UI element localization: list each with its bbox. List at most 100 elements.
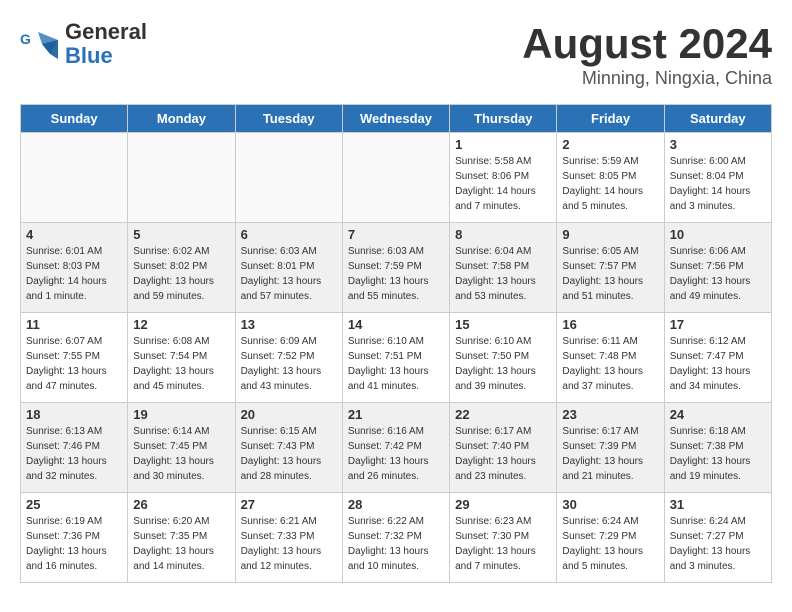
calendar-header-row: SundayMondayTuesdayWednesdayThursdayFrid… (21, 105, 772, 133)
day-header-friday: Friday (557, 105, 664, 133)
day-number: 17 (670, 317, 766, 332)
day-number: 16 (562, 317, 658, 332)
calendar-cell (235, 133, 342, 223)
cell-info: Sunrise: 6:11 AM Sunset: 7:48 PM Dayligh… (562, 334, 658, 394)
day-number: 31 (670, 497, 766, 512)
cell-info: Sunrise: 5:59 AM Sunset: 8:05 PM Dayligh… (562, 154, 658, 214)
day-number: 5 (133, 227, 229, 242)
day-number: 14 (348, 317, 444, 332)
cell-info: Sunrise: 6:14 AM Sunset: 7:45 PM Dayligh… (133, 424, 229, 484)
logo: G General Blue (20, 20, 147, 68)
cell-info: Sunrise: 6:16 AM Sunset: 7:42 PM Dayligh… (348, 424, 444, 484)
cell-info: Sunrise: 6:18 AM Sunset: 7:38 PM Dayligh… (670, 424, 766, 484)
calendar-cell: 9 Sunrise: 6:05 AM Sunset: 7:57 PM Daylig… (557, 223, 664, 313)
day-number: 26 (133, 497, 229, 512)
calendar-cell (21, 133, 128, 223)
day-number: 24 (670, 407, 766, 422)
day-number: 23 (562, 407, 658, 422)
day-number: 7 (348, 227, 444, 242)
cell-info: Sunrise: 5:58 AM Sunset: 8:06 PM Dayligh… (455, 154, 551, 214)
calendar-cell: 1 Sunrise: 5:58 AM Sunset: 8:06 PM Daylig… (450, 133, 557, 223)
day-number: 11 (26, 317, 122, 332)
calendar-cell: 16 Sunrise: 6:11 AM Sunset: 7:48 PM Dayli… (557, 313, 664, 403)
cell-info: Sunrise: 6:08 AM Sunset: 7:54 PM Dayligh… (133, 334, 229, 394)
calendar-week-1: 1 Sunrise: 5:58 AM Sunset: 8:06 PM Daylig… (21, 133, 772, 223)
calendar-cell: 11Sunrise: 6:07 AM Sunset: 7:55 PM Dayli… (21, 313, 128, 403)
day-number: 6 (241, 227, 337, 242)
calendar-week-4: 18 Sunrise: 6:13 AM Sunset: 7:46 PM Dayli… (21, 403, 772, 493)
calendar-cell: 7Sunrise: 6:03 AM Sunset: 7:59 PM Daylig… (342, 223, 449, 313)
day-number: 1 (455, 137, 551, 152)
cell-info: Sunrise: 6:10 AM Sunset: 7:51 PM Dayligh… (348, 334, 444, 394)
calendar-cell: 3 Sunrise: 6:00 AM Sunset: 8:04 PM Daylig… (664, 133, 771, 223)
calendar-week-3: 11Sunrise: 6:07 AM Sunset: 7:55 PM Dayli… (21, 313, 772, 403)
day-number: 27 (241, 497, 337, 512)
svg-text:G: G (20, 31, 31, 47)
day-number: 18 (26, 407, 122, 422)
calendar-week-2: 4 Sunrise: 6:01 AM Sunset: 8:03 PM Daylig… (21, 223, 772, 313)
calendar-cell: 20Sunrise: 6:15 AM Sunset: 7:43 PM Dayli… (235, 403, 342, 493)
cell-info: Sunrise: 6:13 AM Sunset: 7:46 PM Dayligh… (26, 424, 122, 484)
day-number: 4 (26, 227, 122, 242)
calendar-cell: 19Sunrise: 6:14 AM Sunset: 7:45 PM Dayli… (128, 403, 235, 493)
day-header-saturday: Saturday (664, 105, 771, 133)
main-title: August 2024 (522, 20, 772, 68)
calendar-week-5: 25 Sunrise: 6:19 AM Sunset: 7:36 PM Dayli… (21, 493, 772, 583)
cell-info: Sunrise: 6:09 AM Sunset: 7:52 PM Dayligh… (241, 334, 337, 394)
calendar-cell: 24 Sunrise: 6:18 AM Sunset: 7:38 PM Dayli… (664, 403, 771, 493)
calendar-cell: 23 Sunrise: 6:17 AM Sunset: 7:39 PM Dayli… (557, 403, 664, 493)
calendar-cell: 15 Sunrise: 6:10 AM Sunset: 7:50 PM Dayli… (450, 313, 557, 403)
calendar-cell: 6Sunrise: 6:03 AM Sunset: 8:01 PM Daylig… (235, 223, 342, 313)
calendar-cell: 21 Sunrise: 6:16 AM Sunset: 7:42 PM Dayli… (342, 403, 449, 493)
cell-info: Sunrise: 6:20 AM Sunset: 7:35 PM Dayligh… (133, 514, 229, 574)
day-number: 21 (348, 407, 444, 422)
calendar-cell: 28 Sunrise: 6:22 AM Sunset: 7:32 PM Dayli… (342, 493, 449, 583)
day-number: 8 (455, 227, 551, 242)
logo-text: General Blue (65, 20, 147, 68)
day-number: 2 (562, 137, 658, 152)
day-number: 12 (133, 317, 229, 332)
cell-info: Sunrise: 6:22 AM Sunset: 7:32 PM Dayligh… (348, 514, 444, 574)
cell-info: Sunrise: 6:17 AM Sunset: 7:40 PM Dayligh… (455, 424, 551, 484)
calendar-cell: 17Sunrise: 6:12 AM Sunset: 7:47 PM Dayli… (664, 313, 771, 403)
calendar-body: 1 Sunrise: 5:58 AM Sunset: 8:06 PM Daylig… (21, 133, 772, 583)
logo-line2: Blue (65, 43, 113, 68)
cell-info: Sunrise: 6:19 AM Sunset: 7:36 PM Dayligh… (26, 514, 122, 574)
calendar-cell (128, 133, 235, 223)
calendar-cell: 31Sunrise: 6:24 AM Sunset: 7:27 PM Dayli… (664, 493, 771, 583)
day-number: 15 (455, 317, 551, 332)
cell-info: Sunrise: 6:10 AM Sunset: 7:50 PM Dayligh… (455, 334, 551, 394)
subtitle: Minning, Ningxia, China (522, 68, 772, 89)
cell-info: Sunrise: 6:00 AM Sunset: 8:04 PM Dayligh… (670, 154, 766, 214)
logo-icon: G (20, 24, 60, 64)
day-header-tuesday: Tuesday (235, 105, 342, 133)
cell-info: Sunrise: 6:06 AM Sunset: 7:56 PM Dayligh… (670, 244, 766, 304)
calendar-cell: 18 Sunrise: 6:13 AM Sunset: 7:46 PM Dayli… (21, 403, 128, 493)
calendar-cell: 22Sunrise: 6:17 AM Sunset: 7:40 PM Dayli… (450, 403, 557, 493)
day-number: 25 (26, 497, 122, 512)
day-number: 20 (241, 407, 337, 422)
cell-info: Sunrise: 6:21 AM Sunset: 7:33 PM Dayligh… (241, 514, 337, 574)
cell-info: Sunrise: 6:05 AM Sunset: 7:57 PM Dayligh… (562, 244, 658, 304)
cell-info: Sunrise: 6:24 AM Sunset: 7:29 PM Dayligh… (562, 514, 658, 574)
cell-info: Sunrise: 6:23 AM Sunset: 7:30 PM Dayligh… (455, 514, 551, 574)
calendar-cell: 26 Sunrise: 6:20 AM Sunset: 7:35 PM Dayli… (128, 493, 235, 583)
calendar-cell: 30Sunrise: 6:24 AM Sunset: 7:29 PM Dayli… (557, 493, 664, 583)
cell-info: Sunrise: 6:04 AM Sunset: 7:58 PM Dayligh… (455, 244, 551, 304)
day-header-wednesday: Wednesday (342, 105, 449, 133)
cell-info: Sunrise: 6:01 AM Sunset: 8:03 PM Dayligh… (26, 244, 122, 304)
day-header-thursday: Thursday (450, 105, 557, 133)
calendar-cell: 25 Sunrise: 6:19 AM Sunset: 7:36 PM Dayli… (21, 493, 128, 583)
day-number: 9 (562, 227, 658, 242)
header: G General Blue August 2024 Minning, Ning… (20, 20, 772, 89)
cell-info: Sunrise: 6:17 AM Sunset: 7:39 PM Dayligh… (562, 424, 658, 484)
calendar-cell: 13Sunrise: 6:09 AM Sunset: 7:52 PM Dayli… (235, 313, 342, 403)
calendar-cell (342, 133, 449, 223)
day-header-sunday: Sunday (21, 105, 128, 133)
day-number: 3 (670, 137, 766, 152)
day-number: 28 (348, 497, 444, 512)
logo-line1: General (65, 20, 147, 44)
calendar-cell: 8 Sunrise: 6:04 AM Sunset: 7:58 PM Daylig… (450, 223, 557, 313)
day-header-monday: Monday (128, 105, 235, 133)
calendar-cell: 27 Sunrise: 6:21 AM Sunset: 7:33 PM Dayli… (235, 493, 342, 583)
